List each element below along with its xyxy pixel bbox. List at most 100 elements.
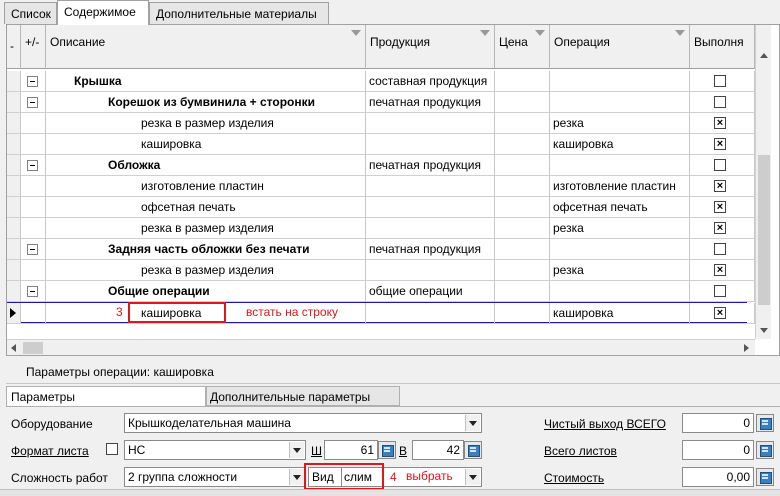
row-toggle-cell[interactable] [21,218,46,239]
row-indicator[interactable] [7,92,21,113]
done-checkbox[interactable]: × [714,201,726,213]
column-header-operation[interactable]: Операция [550,25,690,69]
scroll-up-icon[interactable] [760,53,768,58]
description-cell[interactable]: Корешок из бумвинила + сторонки [46,92,366,113]
price-cell[interactable] [495,197,550,218]
row-indicator[interactable] [7,218,21,239]
row-indicator[interactable] [7,71,21,92]
done-cell[interactable] [690,155,755,176]
row-indicator[interactable] [7,281,21,302]
done-checkbox[interactable] [714,243,726,255]
operation-cell[interactable]: кашировка [550,303,690,324]
column-header-description[interactable]: Описание [46,25,366,69]
vertical-scrollbar[interactable] [755,25,771,339]
description-cell[interactable]: Общие операции [46,281,366,302]
done-cell[interactable]: × [690,197,755,218]
product-cell[interactable]: составная продукция [366,71,495,92]
description-cell[interactable]: резка в размер изделия [46,113,366,134]
row-toggle-cell[interactable] [21,134,46,155]
product-cell[interactable]: печатная продукция [366,239,495,260]
equipment-select[interactable]: Крышкоделательная машина [124,413,482,433]
scroll-thumb-horizontal[interactable] [23,342,43,354]
row-toggle-cell[interactable] [21,197,46,218]
table-row[interactable]: Общие операции общие операции [7,281,755,302]
product-cell[interactable]: печатная продукция [366,92,495,113]
tab-params[interactable]: Параметры [6,386,206,407]
row-indicator[interactable] [7,239,21,260]
operation-cell[interactable]: изготовление пластин [550,176,690,197]
done-checkbox[interactable]: × [714,117,726,129]
row-toggle-cell[interactable] [21,303,46,324]
price-cell[interactable] [495,218,550,239]
operation-cell[interactable] [550,239,690,260]
height-input[interactable]: 42 [412,440,464,460]
table-row[interactable]: резка в размер изделия резка × [7,113,755,134]
product-cell[interactable] [366,303,495,324]
price-cell[interactable] [495,155,550,176]
operation-cell[interactable]: резка [550,113,690,134]
product-cell[interactable] [366,197,495,218]
table-row[interactable]: офсетная печать офсетная печать × [7,197,755,218]
horizontal-scrollbar[interactable] [7,339,755,355]
collapse-icon[interactable] [27,286,38,297]
row-toggle-cell[interactable] [21,71,46,92]
product-cell[interactable] [366,176,495,197]
product-cell[interactable]: печатная продукция [366,155,495,176]
column-header-done[interactable]: Выполня [690,25,755,69]
row-toggle-cell[interactable] [21,113,46,134]
done-checkbox[interactable]: × [714,138,726,150]
total-sheets-input[interactable]: 0 [682,440,754,460]
description-cell[interactable]: Задняя часть обложки без печати [46,239,366,260]
chevron-down-icon[interactable] [289,469,304,485]
done-cell[interactable] [690,71,755,92]
table-row[interactable]: изготовление пластин изготовление пластин… [7,176,755,197]
row-toggle-cell[interactable] [21,260,46,281]
done-cell[interactable]: × [690,303,755,324]
done-checkbox[interactable] [714,285,726,297]
row-toggle-cell[interactable] [21,92,46,113]
operation-cell[interactable]: резка [550,260,690,281]
table-row[interactable]: Корешок из бумвинила + сторонки печатная … [7,92,755,113]
table-row[interactable]: резка в размер изделия резка × [7,260,755,281]
done-cell[interactable] [690,281,755,302]
product-cell[interactable] [366,134,495,155]
net-output-input[interactable]: 0 [682,413,754,433]
done-cell[interactable] [690,92,755,113]
calculator-icon[interactable] [756,414,774,432]
row-indicator[interactable] [7,260,21,281]
operation-cell[interactable] [550,71,690,92]
column-header-toggle[interactable]: +/- [21,25,46,69]
complexity-select[interactable]: 2 группа сложности [124,467,306,487]
price-cell[interactable] [495,260,550,281]
price-cell[interactable] [495,92,550,113]
row-indicator[interactable] [7,155,21,176]
calculator-icon[interactable] [378,441,396,459]
operation-cell[interactable] [550,92,690,113]
row-indicator[interactable] [7,303,21,324]
row-toggle-cell[interactable] [21,239,46,260]
chevron-down-icon[interactable] [465,415,480,431]
price-cell[interactable] [495,113,550,134]
description-cell[interactable]: резка в размер изделия [46,218,366,239]
done-cell[interactable]: × [690,113,755,134]
width-input[interactable]: 61 [324,440,378,460]
done-cell[interactable]: × [690,260,755,281]
price-cell[interactable] [495,134,550,155]
description-cell[interactable]: кашировка [46,134,366,155]
chevron-down-icon[interactable] [465,469,480,485]
table-row[interactable]: резка в размер изделия резка × [7,218,755,239]
row-indicator[interactable] [7,176,21,197]
row-toggle-cell[interactable] [21,155,46,176]
cost-label[interactable]: Стоимость [544,471,604,485]
table-row[interactable]: Крышка составная продукция [7,71,755,92]
column-header-price[interactable]: Цена [495,25,550,69]
price-cell[interactable] [495,303,550,324]
operation-cell[interactable] [550,155,690,176]
calculator-icon[interactable] [756,468,774,486]
done-checkbox[interactable] [714,75,726,87]
product-cell[interactable] [366,113,495,134]
done-checkbox[interactable]: × [714,180,726,192]
table-row[interactable]: кашировка кашировка × [7,134,755,155]
calculator-icon[interactable] [756,441,774,459]
scroll-right-icon[interactable] [744,344,749,352]
